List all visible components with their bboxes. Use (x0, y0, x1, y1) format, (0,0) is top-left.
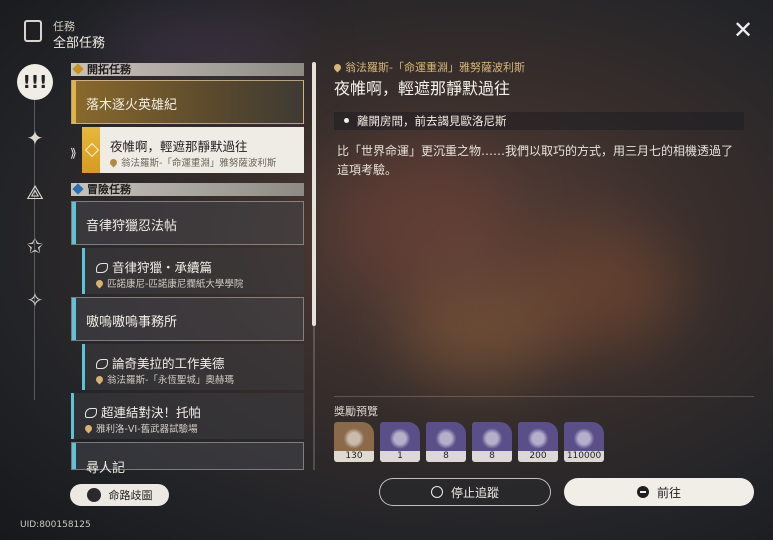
location-pin-icon (83, 423, 94, 434)
stop-tracking-button[interactable]: 停止追蹤 (379, 478, 551, 506)
quest-item-location: 翁法羅斯-「永恆聖城」奧赫瑪 (94, 372, 234, 386)
crystal-icon (334, 422, 374, 452)
scrollbar-thumb[interactable] (312, 62, 316, 326)
location-pin-icon (108, 157, 119, 168)
adventure-icon (96, 263, 108, 273)
quest-location: 翁法羅斯-「命運重淵」雅努薩波利斯 (332, 59, 525, 75)
pause-icon (430, 486, 443, 498)
section-header-adventure: 冒險任務 (71, 183, 304, 196)
quest-item-title: 夜帷啊，輕遮那靜默過往 (110, 139, 248, 154)
reward-count: 1 (380, 451, 420, 462)
rewards-label: 獎勵預覽 (334, 405, 378, 418)
diamond-star-icon[interactable]: ✧ (22, 287, 48, 313)
quest-item[interactable]: 論奇美拉的工作美德 翁法羅斯-「永恆聖城」奧赫瑪 (82, 344, 304, 390)
quest-group-title: 尋人記 (86, 461, 126, 476)
arrow-right-icon (636, 486, 649, 498)
divider (334, 396, 754, 397)
quest-group-title: 嗷嗚嗷嗚事務所 (86, 315, 178, 330)
location-pin-icon (94, 374, 105, 385)
quest-objective: 離開房間，前去謁見歐洛尼斯 (334, 112, 744, 130)
adventure-icon (85, 408, 97, 418)
reward-count: 110000 (564, 451, 604, 462)
quest-group-card[interactable]: 落木逐火英雄紀 (71, 80, 304, 124)
quest-group-title: 落木逐火英雄紀 (86, 98, 178, 113)
go-button[interactable]: 前往 (564, 478, 754, 506)
quest-group-card[interactable]: 音律狩獵忍法帖 (71, 201, 304, 245)
quest-item-location: 雅利洛-VI-舊武器試驗場 (83, 421, 198, 435)
section-header-trailblaze: 開拓任務 (71, 63, 304, 76)
bullet-icon (344, 118, 349, 123)
quest-item-title: 超連結對決！托帕 (85, 402, 201, 421)
diamond-icon (84, 142, 100, 158)
quest-item[interactable]: 超連結對決！托帕 雅利洛-VI-舊武器試驗場 (71, 393, 304, 439)
quest-item-selected[interactable]: 夜帷啊，輕遮那靜默過往 翁法羅斯-「命運重淵」雅努薩波利斯 (82, 127, 304, 173)
page-title: 全部任務 (53, 36, 106, 51)
selected-indicator-icon: ⟫ (70, 146, 77, 160)
adventure-icon (96, 359, 108, 369)
quest-description: 比「世界命運」更沉重之物……我們以取巧的方式，用三月七的相機透過了這項考驗。 (337, 144, 734, 177)
location-pin-icon (332, 62, 343, 73)
quest-item-location: 翁法羅斯-「命運重淵」雅努薩波利斯 (108, 155, 276, 169)
reward-item[interactable]: 8 (472, 422, 512, 462)
exp-book-icon (564, 422, 604, 452)
diamond-icon (72, 183, 84, 195)
location-pin-icon (94, 278, 105, 289)
reward-count: 8 (426, 451, 466, 462)
quest-log-icon (24, 20, 42, 42)
close-icon[interactable]: ✕ (733, 18, 753, 42)
material-icon (472, 422, 512, 452)
quest-group-title: 音律狩獵忍法帖 (86, 219, 178, 234)
quest-title: 夜帷啊，輕遮那靜默過往 (334, 79, 511, 98)
quest-item[interactable]: 音律狩獵・承續篇 匹諾康尼-匹諾康尼攔紙大學學院 (82, 248, 304, 294)
reward-item[interactable]: 200 (518, 422, 558, 462)
reward-count: 200 (518, 451, 558, 462)
quest-group-card[interactable]: 尋人記 (71, 442, 304, 476)
reward-item[interactable]: 8 (426, 422, 466, 462)
reward-item[interactable]: 130 (334, 422, 374, 462)
path-icon (86, 488, 101, 502)
compass-star-icon[interactable]: ✦ (22, 125, 48, 151)
quest-item-title: 論奇美拉的工作美德 (96, 353, 225, 372)
path-map-button[interactable]: 命路歧圖 (70, 484, 169, 506)
uid-label: UID:800158125 (20, 520, 91, 530)
potion-icon (518, 422, 558, 452)
quest-item-location: 匹諾康尼-匹諾康尼攔紙大學學院 (94, 276, 243, 290)
material-icon (426, 422, 466, 452)
triangle-star-icon[interactable]: ⟁ (22, 179, 48, 205)
reward-count: 8 (472, 451, 512, 462)
reward-item[interactable]: 110000 (564, 422, 604, 462)
reward-item[interactable]: 1 (380, 422, 420, 462)
star-icon[interactable]: ✩ (22, 233, 48, 259)
character-icon (380, 422, 420, 452)
diamond-icon (72, 63, 84, 75)
exclamation-icon[interactable]: !!! (17, 64, 53, 100)
reward-count: 130 (334, 451, 374, 462)
quest-item-title: 音律狩獵・承續篇 (96, 257, 212, 276)
quest-group-card[interactable]: 嗷嗚嗷嗚事務所 (71, 297, 304, 341)
